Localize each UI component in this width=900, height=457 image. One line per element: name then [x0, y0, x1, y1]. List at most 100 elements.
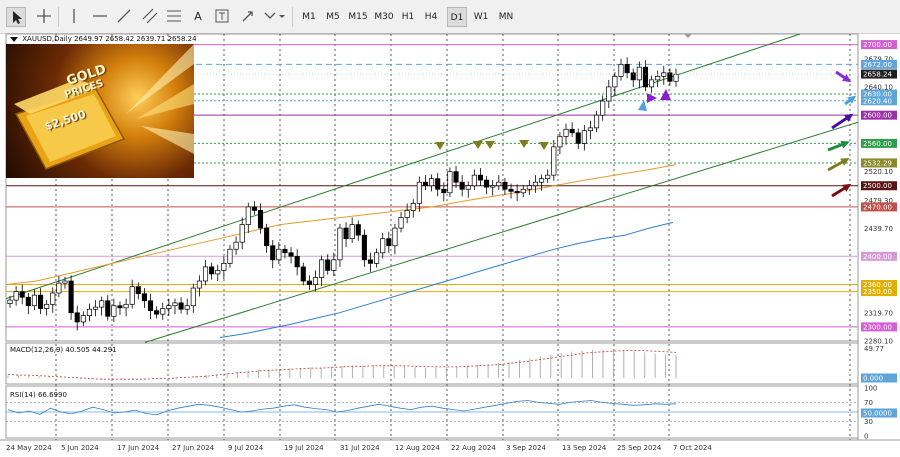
- price-badge-label: 2470.00: [863, 203, 892, 211]
- date-tick-label: 22 Aug 2024: [451, 444, 496, 452]
- candle-body: [496, 181, 502, 187]
- candle-body: [514, 191, 520, 194]
- candle-body: [642, 66, 648, 88]
- date-tick-label: 7 Oct 2024: [673, 444, 712, 452]
- date-tick-label: 31 Jul 2024: [340, 444, 380, 452]
- date-tick-label: 27 Jun 2024: [172, 444, 215, 452]
- candle-body: [62, 280, 68, 284]
- candle-body: [471, 174, 477, 187]
- price-badge-label: 50.0000: [863, 410, 892, 418]
- candle-body: [545, 174, 551, 180]
- candle-body: [178, 302, 184, 310]
- candle-body: [86, 308, 92, 316]
- candle-body: [80, 315, 86, 323]
- candle-body: [233, 241, 239, 250]
- candle-body: [172, 302, 178, 307]
- candle-body: [325, 259, 331, 271]
- candle-body: [490, 185, 496, 188]
- chart-symbol: XAUUSD,Daily: [22, 35, 72, 43]
- candle-body: [447, 171, 453, 194]
- candle-body: [453, 171, 459, 183]
- candle-body: [245, 206, 251, 225]
- date-tick-label: 5 Jun 2024: [61, 444, 99, 452]
- candle-body: [410, 203, 416, 211]
- candle-body: [606, 86, 612, 102]
- date-tick-label: 9 Jul 2024: [228, 444, 264, 452]
- candle-body: [7, 299, 13, 304]
- macd-pane: [5, 342, 859, 385]
- candle-body: [404, 210, 410, 218]
- candle-body: [374, 252, 380, 264]
- macd-label: MACD(12,26,9) 40.505 44.291: [10, 346, 117, 354]
- price-badge-label: 2672.00: [863, 61, 892, 69]
- chart-ohlc: 2649.97 2658.42 2639.71 2658.24: [74, 35, 197, 43]
- candle-body: [270, 245, 276, 261]
- candle-body: [184, 305, 190, 310]
- collapse-icon[interactable]: [10, 36, 18, 42]
- candle-body: [257, 210, 264, 229]
- macd-axis-label: 49.77: [864, 345, 884, 353]
- candle-body: [202, 266, 209, 282]
- candle-body: [673, 73, 679, 82]
- candle-body: [484, 179, 490, 188]
- candle-body: [508, 188, 514, 192]
- candle-body: [300, 266, 306, 282]
- candle-body: [50, 292, 56, 305]
- candle-body: [557, 135, 563, 148]
- candle-body: [520, 188, 526, 194]
- candle-body: [312, 277, 319, 285]
- candle-body: [655, 75, 661, 81]
- candle-body: [649, 79, 655, 88]
- candle-body: [539, 178, 545, 183]
- candle-body: [264, 227, 270, 247]
- candle-body: [25, 296, 31, 307]
- price-badge-label: 2300.00: [863, 323, 892, 331]
- rsi-axis-label: 0: [864, 433, 868, 441]
- candle-body: [422, 181, 429, 187]
- candle-body: [306, 280, 312, 285]
- candle-body: [135, 286, 141, 295]
- price-badge-label: 2560.00: [863, 140, 892, 148]
- candle-body: [227, 248, 233, 264]
- candle-body: [319, 259, 325, 278]
- candle-body: [569, 128, 575, 134]
- candle-body: [154, 310, 160, 315]
- price-badge-label: 2658.24: [863, 71, 892, 79]
- candle-body: [221, 263, 227, 271]
- candle-body: [526, 185, 532, 190]
- candle-body: [68, 280, 74, 314]
- date-tick-label: 24 May 2024: [6, 444, 52, 452]
- price-tick-label: 2520.10: [864, 168, 893, 176]
- chart-header: XAUUSD,Daily 2649.97 2658.42 2639.71 265…: [10, 35, 197, 43]
- candle-body: [392, 227, 398, 247]
- candle-body: [618, 63, 624, 77]
- candle-body: [502, 181, 508, 190]
- candle-body: [355, 224, 361, 236]
- candle-body: [441, 188, 447, 194]
- candle-body: [349, 224, 355, 240]
- candle-body: [239, 224, 245, 243]
- candle-body: [190, 287, 196, 307]
- candle-body: [19, 291, 25, 298]
- candle-body: [196, 280, 202, 289]
- banner-rays: [126, 44, 194, 154]
- candle-body: [331, 259, 337, 271]
- candle-body: [215, 270, 221, 275]
- candle-body: [624, 63, 630, 74]
- candle-body: [532, 181, 539, 187]
- date-tick-label: 12 Aug 2024: [395, 444, 440, 452]
- candle-body: [398, 217, 404, 229]
- candle-body: [587, 127, 594, 132]
- price-badge-label: 2600.00: [863, 112, 892, 120]
- candle-body: [251, 206, 257, 211]
- price-badge-label: 2350.00: [863, 288, 892, 296]
- candle-body: [38, 294, 44, 309]
- candle-body: [575, 132, 581, 144]
- price-tick-label: 2439.70: [864, 225, 893, 233]
- candle-body: [111, 305, 117, 317]
- candle-body: [600, 100, 606, 116]
- candle-body: [435, 178, 441, 190]
- candle-body: [282, 248, 288, 254]
- candle-body: [386, 238, 392, 247]
- rsi-label: RSI(14) 66.6990: [10, 391, 67, 399]
